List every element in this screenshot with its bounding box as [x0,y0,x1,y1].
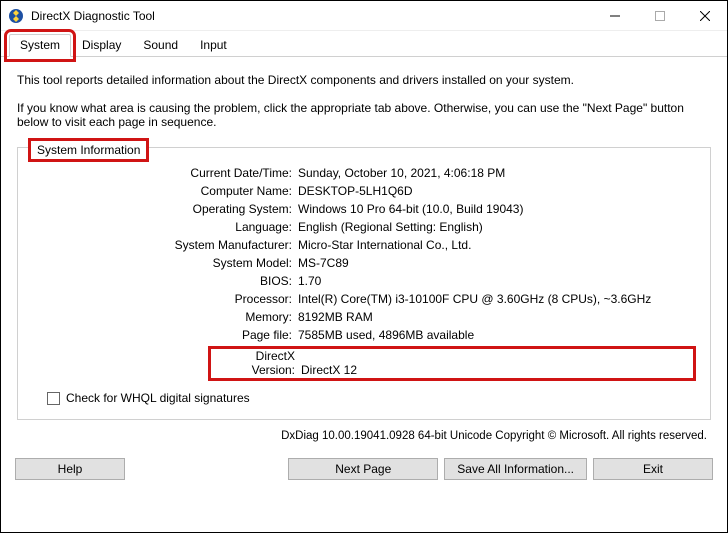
save-all-button[interactable]: Save All Information... [444,458,587,480]
label-proc: Processor: [32,292,292,306]
value-os: Windows 10 Pro 64-bit (10.0, Build 19043… [298,202,696,216]
system-information-group: System Information Current Date/Time: Su… [17,147,711,420]
tab-strip: System Display Sound Input [1,31,727,57]
directx-version-row: DirectX Version: DirectX 12 [208,346,696,381]
footer-copyright: DxDiag 10.00.19041.0928 64-bit Unicode C… [17,430,707,442]
value-model: MS-7C89 [298,256,696,270]
button-row: Help Next Page Save All Information... E… [1,454,727,490]
desc-line2: If you know what area is causing the pro… [17,101,711,129]
value-lang: English (Regional Setting: English) [298,220,696,234]
label-mem: Memory: [32,310,292,324]
whql-checkbox-row[interactable]: Check for WHQL digital signatures [47,391,696,405]
value-mfr: Micro-Star International Co., Ltd. [298,238,696,252]
label-computer: Computer Name: [32,184,292,198]
tab-input[interactable]: Input [189,34,238,57]
maximize-button[interactable] [637,1,682,30]
minimize-button[interactable] [592,1,637,30]
window-title: DirectX Diagnostic Tool [31,9,592,23]
dxdiag-icon [8,8,24,24]
next-page-button[interactable]: Next Page [288,458,438,480]
titlebar: DirectX Diagnostic Tool [1,1,727,31]
desc-line1: This tool reports detailed information a… [17,73,711,87]
value-computer: DESKTOP-5LH1Q6D [298,184,696,198]
value-datetime: Sunday, October 10, 2021, 4:06:18 PM [298,166,696,180]
close-button[interactable] [682,1,727,30]
value-proc: Intel(R) Core(TM) i3-10100F CPU @ 3.60GH… [298,292,696,306]
help-button[interactable]: Help [15,458,125,480]
description-text: This tool reports detailed information a… [17,73,711,129]
label-model: System Model: [32,256,292,270]
system-information-legend: System Information [28,138,149,162]
label-page: Page file: [32,328,292,342]
label-os: Operating System: [32,202,292,216]
tab-system[interactable]: System [9,34,71,57]
system-info-grid: Current Date/Time: Sunday, October 10, 2… [32,166,696,381]
label-mfr: System Manufacturer: [32,238,292,252]
value-mem: 8192MB RAM [298,310,696,324]
tab-display[interactable]: Display [71,34,132,57]
value-dx: DirectX 12 [301,363,357,377]
value-bios: 1.70 [298,274,696,288]
exit-button[interactable]: Exit [593,458,713,480]
whql-label: Check for WHQL digital signatures [66,391,250,405]
tab-sound[interactable]: Sound [132,34,189,57]
label-bios: BIOS: [32,274,292,288]
content-area: This tool reports detailed information a… [1,57,727,454]
label-datetime: Current Date/Time: [32,166,292,180]
value-page: 7585MB used, 4896MB available [298,328,696,342]
label-dx: DirectX Version: [215,349,295,377]
whql-checkbox[interactable] [47,392,60,405]
label-lang: Language: [32,220,292,234]
